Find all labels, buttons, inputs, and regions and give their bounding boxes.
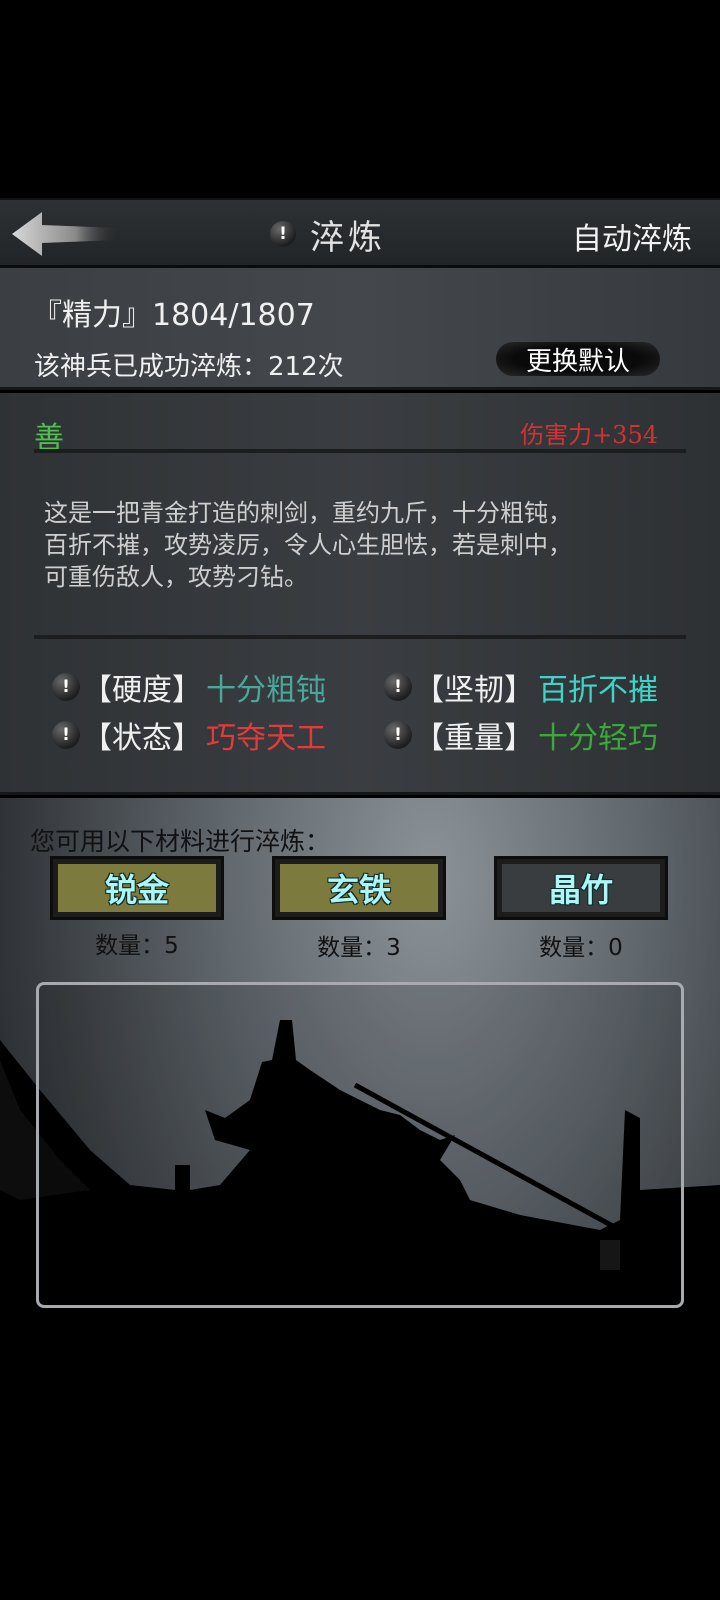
- material-count: 数量：5: [95, 933, 179, 959]
- attribute-value: 十分轻巧: [538, 721, 658, 756]
- material-button-xuantie[interactable]: 玄铁: [272, 856, 446, 920]
- auto-refine-button[interactable]: 自动淬炼: [572, 214, 692, 258]
- info-icon[interactable]: !: [384, 673, 412, 701]
- attribute-weight[interactable]: ! 【重量】 十分轻巧: [384, 713, 658, 757]
- weapon-description: 这是一把青金打造的刺剑，重约九斤，十分粗钝， 百折不摧，攻势凌厉，令人心生胆怯，…: [44, 499, 572, 591]
- material-button-ruijin[interactable]: 锐金: [50, 856, 224, 920]
- materials-prompt: 您可用以下材料进行淬炼：: [30, 827, 331, 856]
- energy-readout: 『精力』1804/1807: [32, 298, 315, 333]
- material-button-jingzhu[interactable]: 晶竹: [494, 856, 668, 920]
- damage-stat: 伤害力+354: [520, 421, 658, 449]
- attribute-label: 【坚韧】: [414, 673, 534, 708]
- header-bar: ! 淬炼 自动淬炼: [0, 198, 720, 268]
- info-icon[interactable]: !: [270, 221, 296, 247]
- refine-result-area: [36, 982, 684, 1308]
- material-label: 晶竹: [502, 864, 660, 912]
- material-label: 玄铁: [280, 864, 438, 912]
- attribute-label: 【硬度】: [82, 673, 202, 708]
- info-icon[interactable]: !: [384, 721, 412, 749]
- refine-count: 该神兵已成功淬炼：212次: [34, 352, 344, 382]
- page-title: 淬炼: [310, 217, 386, 258]
- info-icon[interactable]: !: [52, 721, 80, 749]
- attribute-value: 百折不摧: [538, 673, 658, 708]
- status-panel: 『精力』1804/1807 该神兵已成功淬炼：212次 更换默认: [0, 268, 720, 390]
- attribute-value: 十分粗钝: [206, 673, 326, 708]
- attribute-value: 巧夺天工: [206, 721, 326, 756]
- material-count: 数量：3: [317, 935, 401, 961]
- material-label: 锐金: [58, 864, 216, 912]
- divider: [34, 635, 686, 639]
- status-bar-area: [0, 0, 720, 198]
- info-icon[interactable]: !: [52, 673, 80, 701]
- change-default-button[interactable]: 更换默认: [496, 342, 660, 377]
- back-arrow-icon: [12, 212, 118, 256]
- divider: [34, 449, 686, 453]
- material-count: 数量：0: [539, 935, 623, 961]
- weapon-panel: 善 伤害力+354 这是一把青金打造的刺剑，重约九斤，十分粗钝， 百折不摧，攻势…: [0, 393, 720, 795]
- attribute-toughness[interactable]: ! 【坚韧】 百折不摧: [384, 665, 658, 709]
- attribute-label: 【状态】: [82, 721, 202, 756]
- back-button[interactable]: [8, 208, 120, 260]
- attribute-label: 【重量】: [414, 721, 534, 756]
- attribute-hardness[interactable]: ! 【硬度】 十分粗钝: [52, 665, 326, 709]
- attribute-condition[interactable]: ! 【状态】 巧夺天工: [52, 713, 326, 757]
